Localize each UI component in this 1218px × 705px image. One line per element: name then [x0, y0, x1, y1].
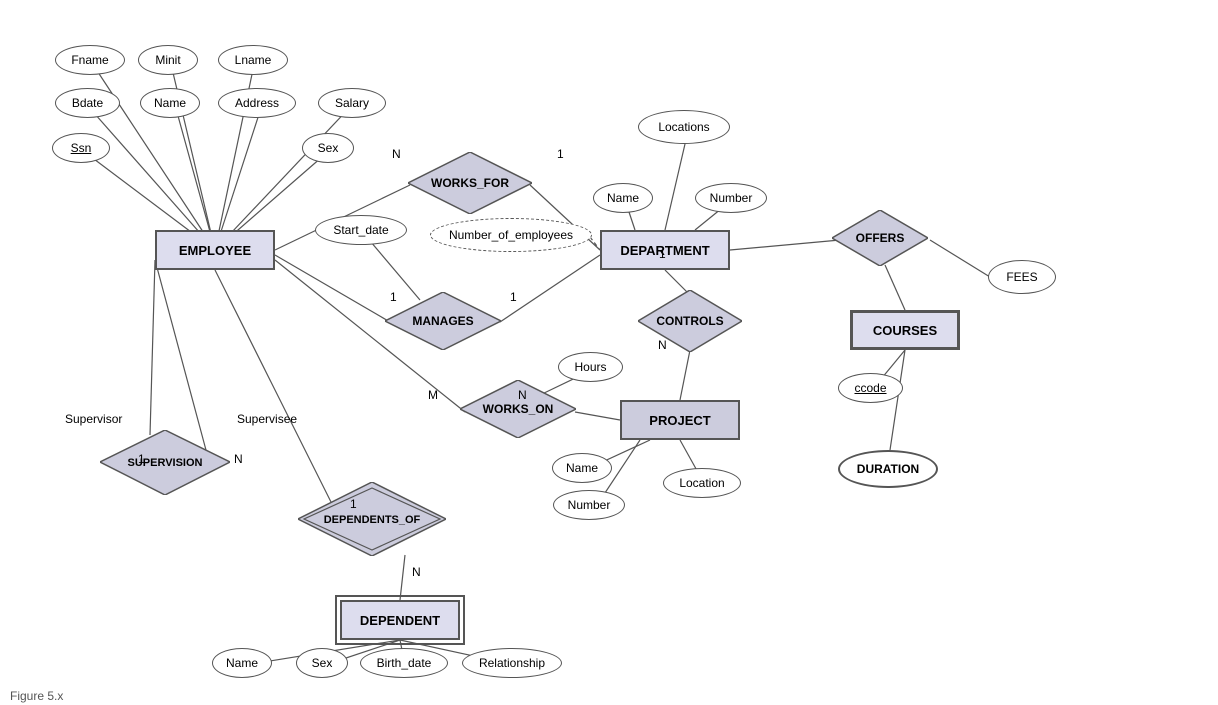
svg-text:WORKS_ON: WORKS_ON	[483, 402, 554, 416]
svg-text:DEPENDENTS_OF: DEPENDENTS_OF	[324, 514, 421, 526]
relation-works-for: WORKS_FOR	[408, 152, 532, 214]
svg-text:CONTROLS: CONTROLS	[656, 314, 723, 328]
attr-bdate: Bdate	[55, 88, 120, 118]
label-one2: 1	[390, 290, 397, 304]
attr-ssn: Ssn	[52, 133, 110, 163]
label-m1: M	[428, 388, 438, 402]
label-supervisee: Supervisee	[237, 412, 297, 426]
label-n1: N	[392, 147, 401, 161]
attr-locations: Locations	[638, 110, 730, 144]
entity-courses: COURSES	[850, 310, 960, 350]
attr-location: Location	[663, 468, 741, 498]
relation-offers: OFFERS	[832, 210, 928, 266]
figure-caption: Figure 5.x	[10, 689, 63, 703]
relation-supervision: SUPERVISION	[100, 430, 230, 495]
attr-dep-name: Name	[212, 648, 272, 678]
attr-dept-number: Number	[695, 183, 767, 213]
label-one6: 1	[659, 247, 666, 261]
attr-dept-name: Name	[593, 183, 653, 213]
label-n4: N	[234, 452, 243, 466]
label-one5: 1	[138, 452, 145, 466]
attr-dep-sex: Sex	[296, 648, 348, 678]
relation-manages: MANAGES	[385, 292, 501, 350]
attr-relationship: Relationship	[462, 648, 562, 678]
entity-employee: EMPLOYEE	[155, 230, 275, 270]
attr-proj-name: Name	[552, 453, 612, 483]
attr-sex-emp: Sex	[302, 133, 354, 163]
attr-minit: Minit	[138, 45, 198, 75]
attr-salary: Salary	[318, 88, 386, 118]
attr-name-emp: Name	[140, 88, 200, 118]
er-diagram: EMPLOYEE DEPARTMENT PROJECT DEPENDENT CO…	[0, 0, 1218, 705]
label-one3: 1	[510, 290, 517, 304]
attr-proj-number: Number	[553, 490, 625, 520]
svg-text:OFFERS: OFFERS	[856, 231, 905, 245]
attr-address: Address	[218, 88, 296, 118]
entity-dependent: DEPENDENT	[340, 600, 460, 640]
label-supervisor: Supervisor	[65, 412, 122, 426]
svg-text:MANAGES: MANAGES	[412, 314, 473, 328]
relation-dependents-of: DEPENDENTS_OF	[298, 482, 446, 556]
label-n5: N	[658, 338, 667, 352]
relation-controls: CONTROLS	[638, 290, 742, 352]
attr-duration: DURATION	[838, 450, 938, 488]
attr-birth-date: Birth_date	[360, 648, 448, 678]
entity-project: PROJECT	[620, 400, 740, 440]
label-n2: N	[518, 388, 527, 402]
label-one1: 1	[557, 147, 564, 161]
label-n3: N	[412, 565, 421, 579]
attr-start-date: Start_date	[315, 215, 407, 245]
attr-num-employees: Number_of_employees	[430, 218, 592, 252]
attr-hours: Hours	[558, 352, 623, 382]
attr-fname: Fname	[55, 45, 125, 75]
svg-text:WORKS_FOR: WORKS_FOR	[431, 176, 509, 190]
attr-lname: Lname	[218, 45, 288, 75]
attr-fees: FEES	[988, 260, 1056, 294]
label-one4: 1	[350, 497, 357, 511]
attr-ccode: ccode	[838, 373, 903, 403]
